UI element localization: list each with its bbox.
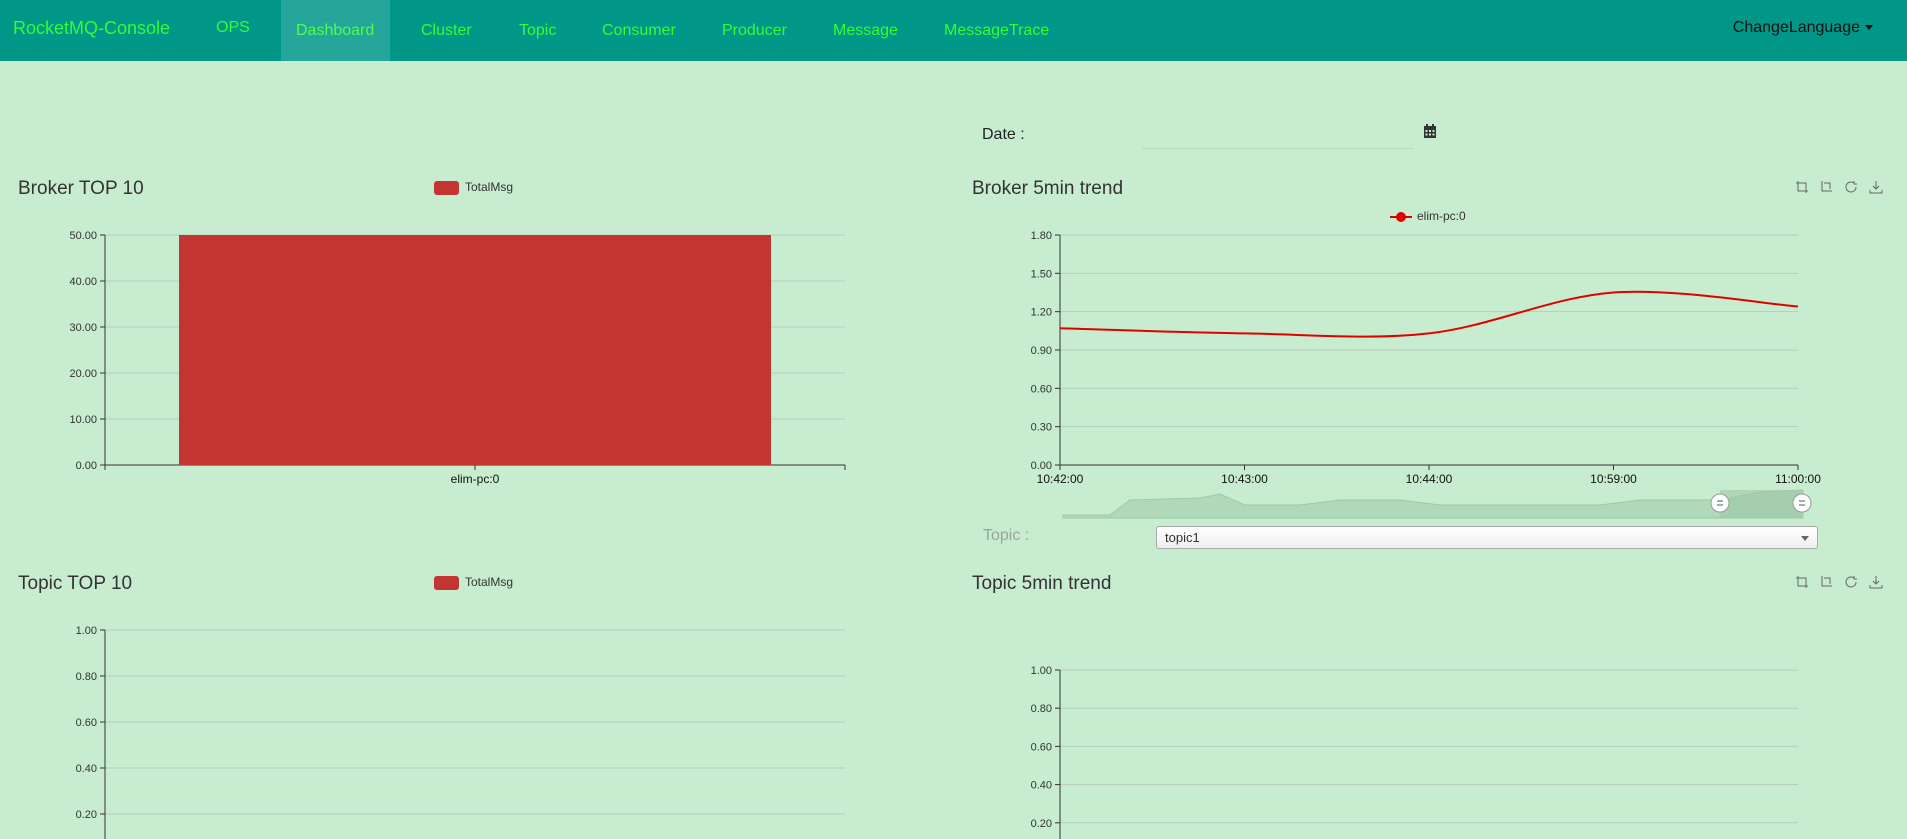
y-tick-label: 0.20 (1031, 818, 1052, 830)
y-tick-label: 0.60 (1031, 741, 1052, 753)
y-tick-label: 0.40 (1031, 780, 1052, 792)
y-tick-label: 1.00 (1031, 665, 1052, 677)
y-tick-label: 0.80 (1031, 703, 1052, 715)
topic-trend-chart: 0.20 0.40 0.60 0.80 1.00 (1031, 665, 1798, 839)
